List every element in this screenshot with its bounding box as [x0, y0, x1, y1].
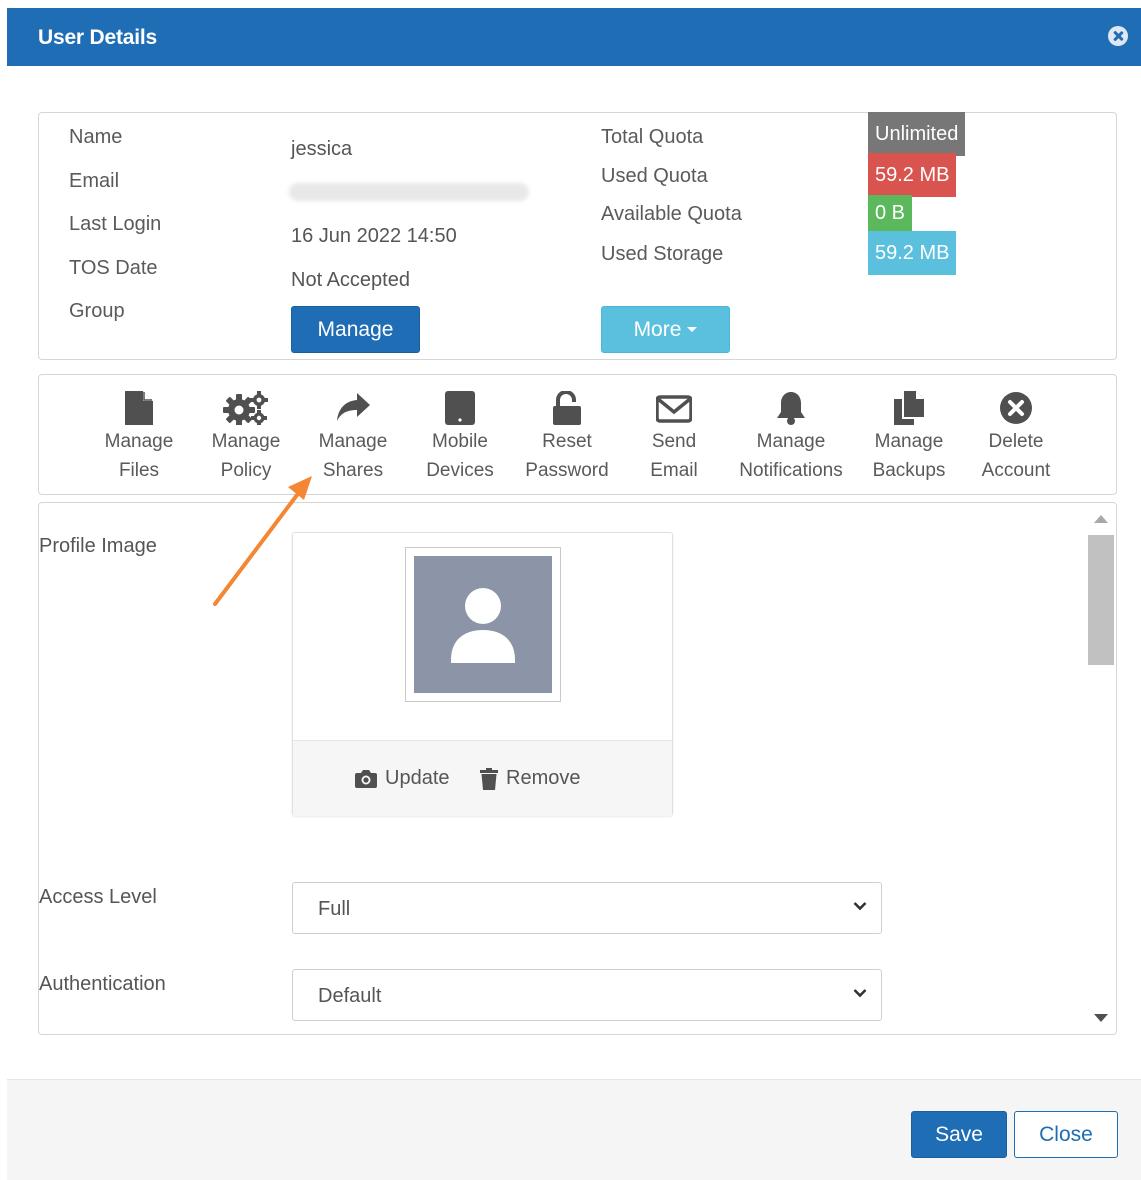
annotation-arrow-icon	[213, 476, 312, 606]
profile-image-card: Update Remove	[292, 532, 673, 816]
user-info-panel: Name Email Last Login TOS Date Group jes…	[38, 112, 1117, 360]
copy-icon	[894, 391, 924, 425]
name-label: Name	[69, 126, 123, 148]
group-label: Group	[69, 300, 125, 322]
remove-image-button[interactable]: Remove	[480, 767, 580, 790]
chevron-down-icon	[853, 902, 867, 911]
save-button[interactable]: Save	[911, 1111, 1007, 1158]
manage-shares-button[interactable]: Manage Shares	[298, 385, 408, 485]
manage-notifications-button[interactable]: Manage Notifications	[726, 385, 856, 485]
close-button[interactable]: Close	[1014, 1111, 1118, 1158]
available-quota-badge: 0 B	[868, 195, 913, 231]
dialog-title: User Details	[38, 26, 157, 49]
authentication-value: Default	[318, 985, 382, 1007]
share-icon	[337, 393, 370, 421]
tos-date-label: TOS Date	[69, 257, 158, 279]
scroll-thumb[interactable]	[1088, 535, 1114, 665]
user-silhouette-icon	[451, 588, 515, 663]
unlock-icon	[553, 391, 581, 425]
envelope-icon	[656, 395, 692, 423]
dialog-titlebar: User Details	[7, 8, 1141, 66]
profile-image-label: Profile Image	[39, 535, 157, 557]
more-label: More	[633, 317, 682, 341]
tablet-icon	[445, 391, 475, 425]
manage-backups-label: Manage Backups	[872, 431, 946, 481]
name-value: jessica	[291, 138, 353, 160]
email-value-redacted	[289, 183, 529, 201]
user-details-dialog: User Details Name Email Last Login TOS D…	[7, 8, 1141, 1180]
close-icon[interactable]	[1108, 26, 1128, 46]
times-circle-icon	[1000, 392, 1032, 424]
camera-icon	[355, 770, 377, 788]
manage-notifications-label: Manage Notifications	[739, 431, 843, 481]
total-quota-label: Total Quota	[601, 126, 704, 148]
access-level-value: Full	[318, 898, 351, 920]
bell-icon	[777, 392, 805, 425]
delete-account-button[interactable]: Delete Account	[961, 385, 1071, 485]
mobile-devices-label: Mobile Devices	[426, 431, 494, 481]
manage-policy-button[interactable]: Manage Policy	[191, 385, 301, 485]
manage-files-button[interactable]: Manage Files	[84, 385, 194, 485]
reset-password-button[interactable]: Reset Password	[512, 385, 622, 485]
total-quota-badge: Unlimited	[868, 112, 966, 156]
tos-date-value: Not Accepted	[291, 269, 410, 291]
access-level-select[interactable]: Full	[292, 882, 882, 934]
used-quota-badge: 59.2 MB	[868, 153, 957, 197]
gears-icon	[223, 391, 268, 425]
trash-icon	[480, 767, 498, 790]
last-login-value: 16 Jun 2022 14:50	[291, 225, 457, 247]
dialog-footer: Save Close	[7, 1079, 1141, 1180]
avatar	[414, 556, 552, 693]
access-level-label: Access Level	[39, 886, 157, 908]
delete-account-label: Delete Account	[981, 431, 1051, 481]
authentication-label: Authentication	[39, 973, 166, 995]
used-quota-label: Used Quota	[601, 165, 708, 187]
email-label: Email	[69, 170, 120, 192]
user-actions-toolbar: Manage Files Manage Policy Manage Shares…	[38, 374, 1117, 495]
manage-files-label: Manage Files	[104, 431, 174, 481]
scroll-up-arrow-icon[interactable]	[1094, 515, 1108, 523]
file-icon	[125, 391, 153, 425]
manage-group-button[interactable]: Manage	[291, 306, 420, 353]
last-login-label: Last Login	[69, 213, 162, 235]
used-storage-badge: 59.2 MB	[868, 231, 957, 275]
scroll-down-arrow-icon[interactable]	[1094, 1014, 1108, 1022]
used-storage-label: Used Storage	[601, 243, 724, 265]
send-email-button[interactable]: Send Email	[619, 385, 729, 485]
user-settings-scroll-panel: Profile Image Update Remove Access Level…	[38, 502, 1117, 1035]
profile-image-actions: Update Remove	[293, 740, 672, 816]
more-dropdown-button[interactable]: More	[601, 306, 730, 353]
update-label: Update	[385, 767, 450, 789]
available-quota-label: Available Quota	[601, 203, 742, 225]
send-email-label: Send Email	[650, 431, 698, 481]
vertical-scrollbar[interactable]	[1086, 503, 1116, 1034]
chevron-down-icon	[853, 989, 867, 998]
avatar-frame	[405, 547, 561, 702]
reset-password-label: Reset Password	[525, 431, 609, 481]
authentication-select[interactable]: Default	[292, 969, 882, 1021]
remove-label: Remove	[506, 767, 581, 789]
manage-backups-button[interactable]: Manage Backups	[854, 385, 964, 485]
caret-down-icon	[687, 327, 698, 333]
mobile-devices-button[interactable]: Mobile Devices	[405, 385, 515, 485]
update-image-button[interactable]: Update	[355, 767, 450, 790]
